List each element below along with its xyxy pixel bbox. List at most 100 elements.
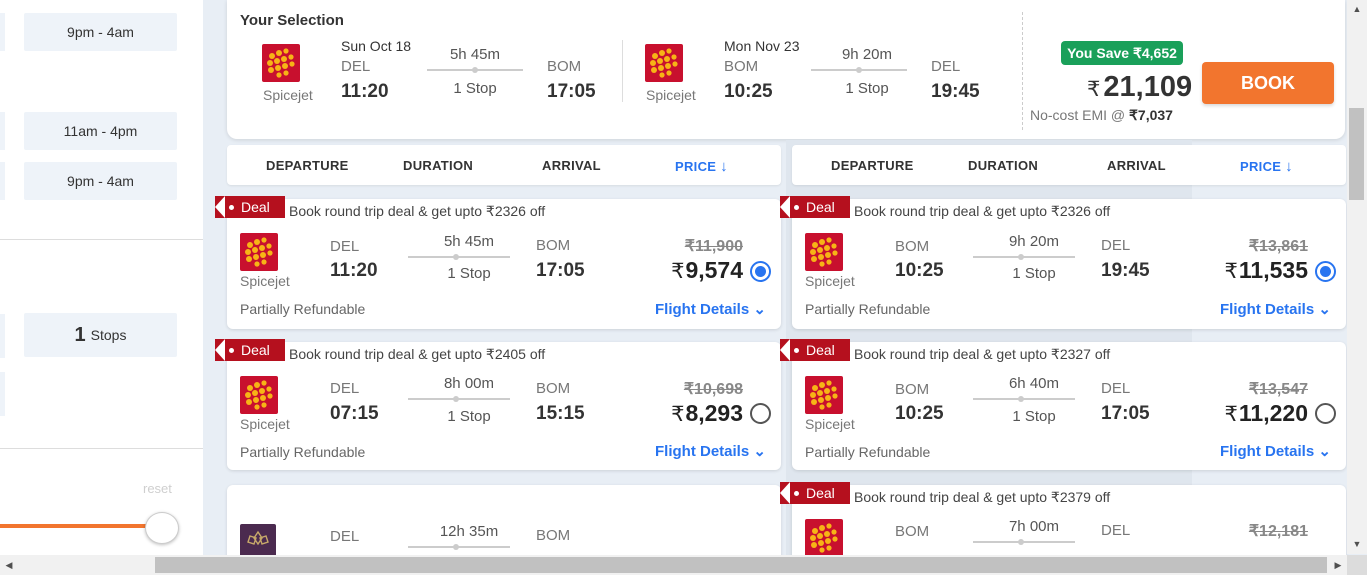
- dep-time: 10:25: [895, 260, 944, 281]
- price-value: 11,220: [1238, 400, 1308, 426]
- flight-details-label: Flight Details: [655, 443, 750, 460]
- from-city: BOM: [895, 238, 930, 255]
- price-slider-handle[interactable]: [145, 512, 179, 544]
- arr-time: 19:45: [1101, 260, 1150, 281]
- total-price-value: 21,109: [1103, 71, 1193, 103]
- flight-details-link[interactable]: Flight Details ⌄: [1220, 442, 1331, 460]
- spicejet-logo-icon: [805, 519, 843, 557]
- original-price: ₹13,861: [1248, 238, 1308, 255]
- airline-name: Spicejet: [805, 416, 855, 432]
- deal-tag: Deal: [780, 196, 850, 218]
- divider: [1022, 12, 1023, 130]
- currency-symbol: ₹: [1224, 403, 1238, 426]
- refund-status: Partially Refundable: [805, 444, 931, 460]
- flight-details-link[interactable]: Flight Details ⌄: [655, 442, 766, 460]
- scrollbar-corner: [1347, 555, 1367, 575]
- sort-departure[interactable]: DEPARTURE: [266, 158, 349, 173]
- sort-price[interactable]: PRICE ↓: [675, 158, 728, 175]
- scroll-right-icon[interactable]: ▶: [1330, 557, 1346, 574]
- time-filter-chip[interactable]: 9pm - 4am: [24, 13, 177, 51]
- sort-arrival[interactable]: ARRIVAL: [1107, 158, 1166, 173]
- currency-symbol: ₹: [671, 260, 685, 283]
- stops: 1 Stop: [1012, 265, 1056, 282]
- time-filter-chip[interactable]: 9pm - 4am: [24, 162, 177, 200]
- horizontal-scroll-thumb[interactable]: [155, 557, 1327, 573]
- spicejet-logo-icon: [645, 44, 683, 82]
- outbound-to-city: BOM: [547, 58, 582, 75]
- chip-stub: [0, 314, 5, 358]
- vertical-scrollbar[interactable]: [1347, 0, 1367, 554]
- from-city: DEL: [330, 528, 360, 545]
- price: ₹11,535: [1188, 257, 1308, 284]
- route-line: [811, 67, 907, 73]
- deal-label: Deal: [806, 199, 835, 215]
- vertical-scroll-thumb[interactable]: [1349, 108, 1364, 200]
- emi-label: No-cost EMI @: [1030, 107, 1126, 123]
- sort-arrival[interactable]: ARRIVAL: [542, 158, 601, 173]
- scroll-left-icon[interactable]: ◀: [1, 557, 17, 574]
- route-line: [408, 254, 510, 260]
- to-city: DEL: [1101, 380, 1131, 397]
- flight-card[interactable]: Deal Book round trip deal & get upto ₹23…: [780, 339, 1346, 470]
- chip-stub: [0, 112, 5, 150]
- divider: [622, 40, 623, 102]
- stops: 1 Stop: [447, 408, 491, 425]
- spicejet-logo-icon: [240, 376, 278, 414]
- chevron-down-icon: ⌄: [753, 301, 766, 318]
- spicejet-logo-icon: [805, 376, 843, 414]
- reset-link[interactable]: reset: [143, 481, 172, 496]
- arrow-down-icon: ↓: [1285, 158, 1293, 175]
- select-radio[interactable]: [750, 261, 771, 282]
- sort-price[interactable]: PRICE ↓: [1240, 158, 1293, 175]
- airline-name: Spicejet: [805, 273, 855, 289]
- deal-tag: Deal: [780, 482, 850, 504]
- divider: [0, 448, 203, 449]
- deal-tag: Deal: [780, 339, 850, 361]
- return-to-city: DEL: [931, 58, 961, 75]
- duration: 12h 35m: [439, 523, 499, 540]
- flight-details-link[interactable]: Flight Details ⌄: [1220, 300, 1331, 318]
- select-radio[interactable]: [750, 403, 771, 424]
- stops: 1 Stop: [447, 265, 491, 282]
- sort-departure[interactable]: DEPARTURE: [831, 158, 914, 173]
- route-line: [408, 396, 510, 402]
- flight-card[interactable]: Deal Book round trip deal & get upto ₹23…: [215, 196, 781, 329]
- from-city: DEL: [330, 380, 360, 397]
- select-radio[interactable]: [1315, 403, 1336, 424]
- arrow-down-icon: ↓: [720, 158, 728, 175]
- flight-card[interactable]: Deal Book round trip deal & get upto ₹24…: [215, 339, 781, 470]
- price-value: 8,293: [685, 400, 743, 426]
- outbound-arr-time: 17:05: [547, 81, 596, 102]
- airline-name: Spicejet: [263, 87, 313, 103]
- currency-symbol: ₹: [1087, 78, 1101, 101]
- book-button[interactable]: BOOK: [1202, 62, 1334, 104]
- route-line: [973, 539, 1075, 545]
- stops-label: Stops: [90, 327, 127, 343]
- chip-stub: [0, 372, 5, 416]
- time-filter-label: 9pm - 4am: [67, 173, 134, 189]
- to-city: DEL: [1101, 522, 1131, 539]
- sort-duration[interactable]: DURATION: [968, 158, 1038, 173]
- you-save-badge: You Save ₹4,652: [1061, 41, 1183, 65]
- arr-time: 17:05: [1101, 403, 1150, 424]
- original-price: ₹10,698: [683, 381, 743, 398]
- deal-label: Deal: [241, 199, 270, 215]
- time-filter-chip[interactable]: 11am - 4pm: [24, 112, 177, 150]
- deal-label: Deal: [806, 342, 835, 358]
- deal-text: Book round trip deal & get upto ₹2405 of…: [289, 346, 546, 362]
- sort-duration[interactable]: DURATION: [403, 158, 473, 173]
- flight-card[interactable]: Deal Book round trip deal & get upto ₹23…: [780, 196, 1346, 329]
- deal-text: Book round trip deal & get upto ₹2327 of…: [854, 346, 1111, 362]
- to-city: DEL: [1101, 237, 1131, 254]
- scroll-up-icon[interactable]: ▲: [1349, 0, 1365, 17]
- chevron-down-icon: ⌄: [1318, 443, 1331, 460]
- stops-filter-chip[interactable]: 1 Stops: [24, 313, 177, 357]
- spicejet-logo-icon: [805, 233, 843, 271]
- select-radio[interactable]: [1315, 261, 1336, 282]
- scroll-down-icon[interactable]: ▼: [1349, 535, 1365, 552]
- sort-price-label: PRICE: [675, 159, 717, 174]
- flight-details-link[interactable]: Flight Details ⌄: [655, 300, 766, 318]
- price: ₹9,574: [623, 257, 743, 284]
- return-from-city: BOM: [724, 58, 759, 75]
- selection-title: Your Selection: [240, 12, 344, 29]
